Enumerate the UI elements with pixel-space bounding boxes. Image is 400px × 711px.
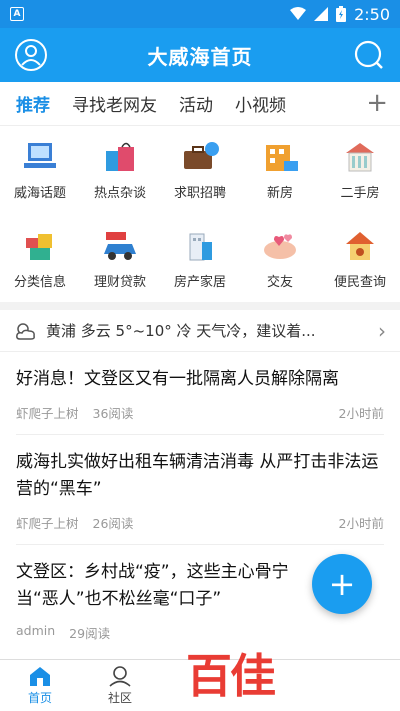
nav-item-5[interactable] xyxy=(320,660,400,711)
topic-icon xyxy=(19,138,61,176)
new-house-icon xyxy=(259,138,301,176)
nav-community[interactable]: 社区 xyxy=(80,660,160,711)
tab-recommend[interactable]: 推荐 xyxy=(16,91,50,116)
search-icon[interactable] xyxy=(352,38,386,72)
news-author: 虾爬子上树 xyxy=(16,406,79,421)
grid-label: 新房 xyxy=(266,186,293,201)
notification-icon: A xyxy=(10,7,24,21)
news-item[interactable]: 威海扎实做好出租车辆清洁消毒 从严打击非法运营的“黑车” 虾爬子上树 26阅读 … xyxy=(16,435,384,545)
page-title: 大威海首页 xyxy=(147,44,253,69)
compose-button[interactable]: + xyxy=(312,554,372,614)
grid-label: 分类信息 xyxy=(13,275,66,290)
section-divider xyxy=(0,302,400,310)
grid-item-new-house[interactable]: 新房 xyxy=(240,138,320,213)
grid-label: 威海话题 xyxy=(13,186,66,201)
grid-item-home-furnishing[interactable]: 房产家居 xyxy=(160,227,240,302)
building-icon xyxy=(179,227,221,265)
wifi-icon xyxy=(290,7,307,20)
tab-find-old-friends[interactable]: 寻找老网友 xyxy=(72,91,157,116)
app-header: 大威海首页 xyxy=(0,28,400,82)
second-house-icon xyxy=(339,138,381,176)
battery-icon xyxy=(336,6,347,22)
status-right: 2:50 xyxy=(290,5,390,24)
chevron-right-icon: › xyxy=(378,318,386,343)
tab-short-video[interactable]: 小视频 xyxy=(235,91,286,116)
news-title: 威海扎实做好出租车辆清洁消毒 从严打击非法运营的“黑车” xyxy=(16,452,379,499)
signal-icon xyxy=(314,7,329,21)
shopping-bags-icon xyxy=(99,138,141,176)
grid-label: 热点杂谈 xyxy=(93,186,146,201)
love-icon xyxy=(259,227,301,265)
status-bar: A 2:50 xyxy=(0,0,400,28)
house-search-icon xyxy=(339,227,381,265)
grid-label: 二手房 xyxy=(340,186,380,201)
channel-tabs: 推荐 寻找老网友 活动 小视频 + xyxy=(0,82,400,126)
grid-item-dating[interactable]: 交友 xyxy=(240,227,320,302)
grid-item-convenience-search[interactable]: 便民查询 xyxy=(320,227,400,302)
status-time: 2:50 xyxy=(354,4,390,24)
nav-home-label: 首页 xyxy=(27,691,52,705)
nav-community-label: 社区 xyxy=(107,691,132,705)
news-title: 好消息！文登区又有一批隔离人员解除隔离 xyxy=(16,369,339,389)
news-item[interactable]: 好消息！文登区又有一批隔离人员解除隔离 虾爬子上树 36阅读 2小时前 xyxy=(16,352,384,435)
news-author: admin xyxy=(16,623,56,638)
grid-label: 求职招聘 xyxy=(173,186,226,201)
grid-item-finance-loans[interactable]: 理财贷款 xyxy=(80,227,160,302)
news-time: 2小时前 xyxy=(338,516,384,531)
shortcut-grid: 威海话题 热点杂谈 求职招聘 新房 二手房 分类信息 理财贷款 房产家居 交友 … xyxy=(0,126,400,302)
briefcase-icon xyxy=(179,138,221,176)
grid-item-second-hand-house[interactable]: 二手房 xyxy=(320,138,400,213)
news-meta: 虾爬子上树 26阅读 2小时前 xyxy=(16,513,384,532)
watermark-logo: 百佳 xyxy=(186,649,276,703)
grid-item-topics[interactable]: 威海话题 xyxy=(0,138,80,213)
grid-item-hot-chat[interactable]: 热点杂谈 xyxy=(80,138,160,213)
news-reads: 26阅读 xyxy=(92,516,134,531)
grid-label: 理财贷款 xyxy=(93,275,146,290)
grid-label: 交友 xyxy=(266,275,293,290)
nav-home[interactable]: 首页 xyxy=(0,660,80,711)
news-author: 虾爬子上树 xyxy=(16,516,79,531)
weather-bar[interactable]: 黄浦 多云 5°~10° 冷 天气冷，建议着... › xyxy=(0,310,400,352)
news-reads: 36阅读 xyxy=(92,406,134,421)
car-sale-icon xyxy=(99,227,141,265)
user-icon[interactable] xyxy=(14,38,48,72)
grid-label: 便民查询 xyxy=(333,275,386,290)
community-icon xyxy=(107,665,133,687)
weather-text: 黄浦 多云 5°~10° 冷 天气冷，建议着... xyxy=(46,322,316,340)
cloudy-icon xyxy=(16,322,35,340)
grid-label: 房产家居 xyxy=(173,275,226,290)
nav-icon xyxy=(347,674,373,696)
news-meta: 虾爬子上树 36阅读 2小时前 xyxy=(16,403,384,422)
news-reads: 29阅读 xyxy=(69,626,111,641)
category-icon xyxy=(19,227,61,265)
grid-item-classifieds[interactable]: 分类信息 xyxy=(0,227,80,302)
add-tab-button[interactable]: + xyxy=(366,88,388,118)
news-time: 2小时前 xyxy=(338,406,384,421)
home-icon xyxy=(27,665,53,687)
tab-activities[interactable]: 活动 xyxy=(179,91,213,116)
grid-item-jobs[interactable]: 求职招聘 xyxy=(160,138,240,213)
